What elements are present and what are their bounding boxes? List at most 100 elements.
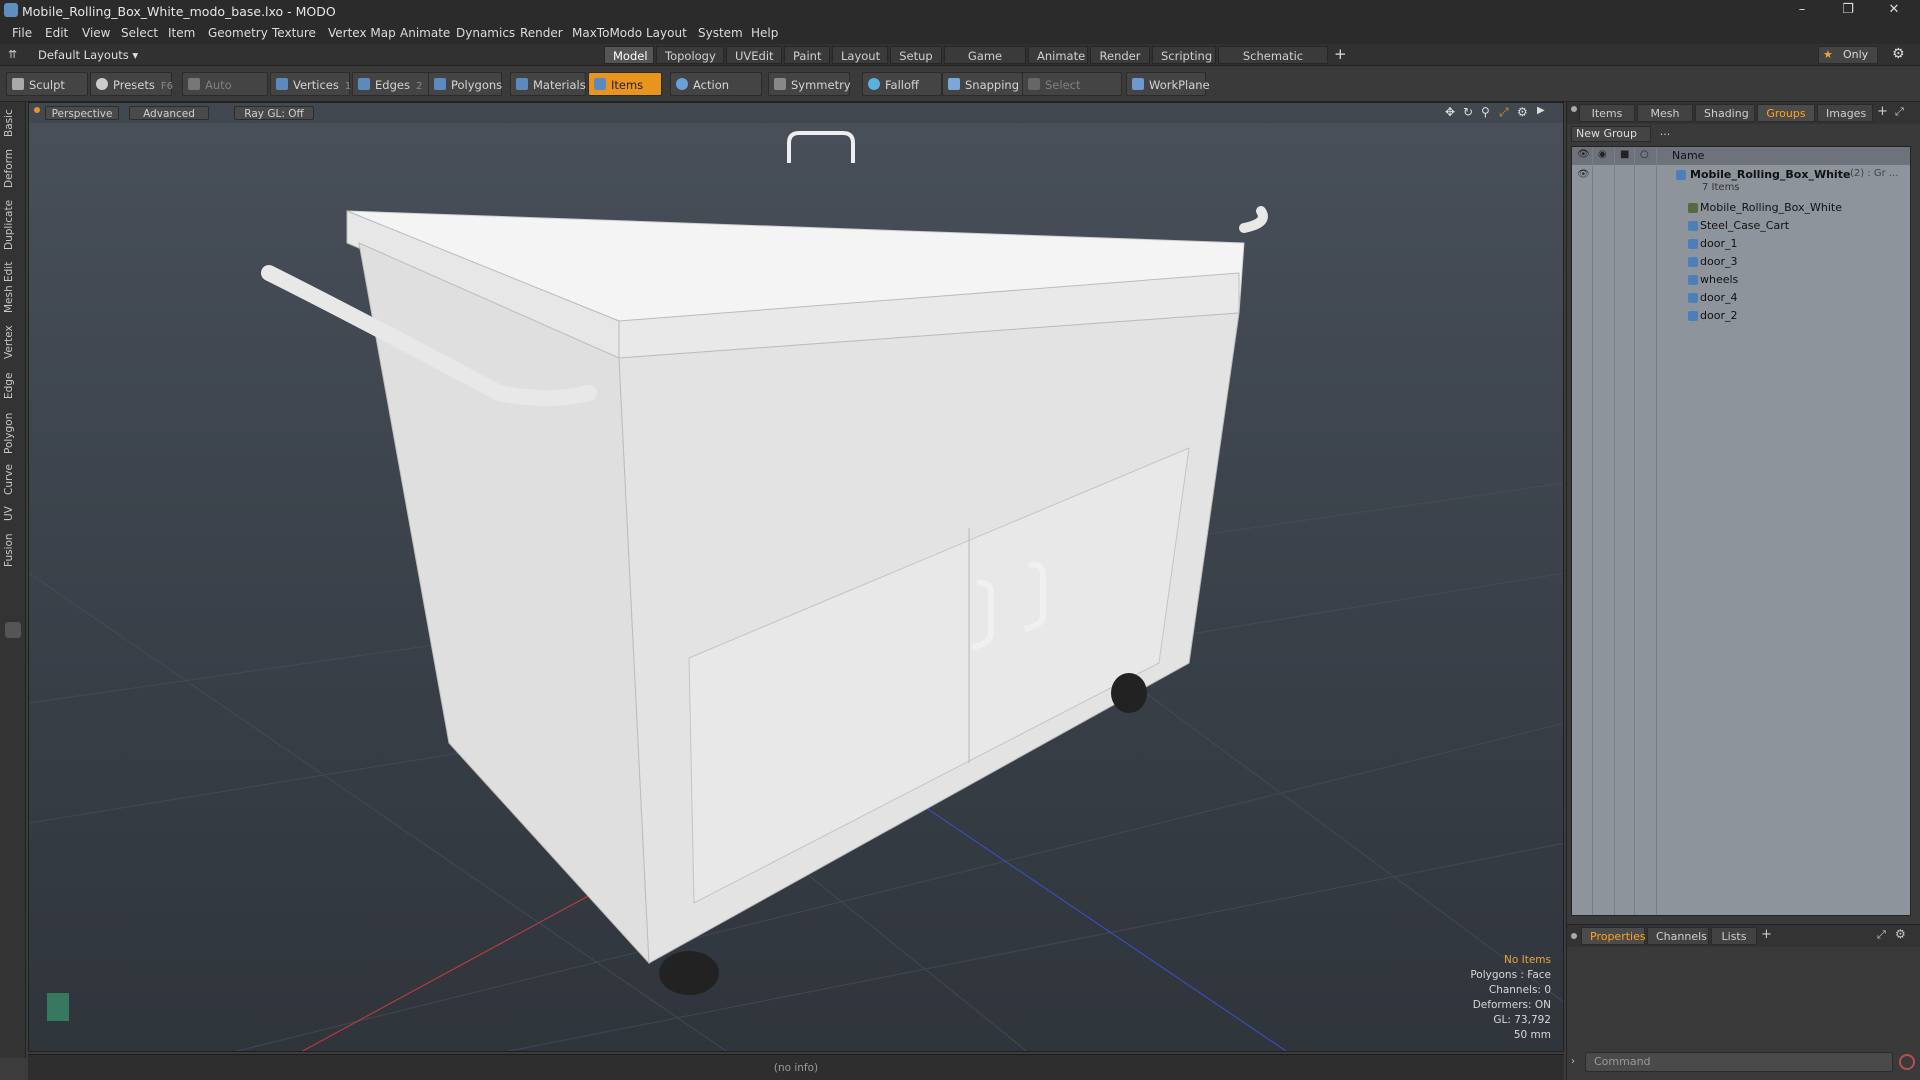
polygons-button[interactable]: Polygons <box>428 72 502 96</box>
materials-button[interactable]: Materials <box>510 72 586 96</box>
group-child-row[interactable]: wheels <box>1572 271 1910 289</box>
tab-shading[interactable]: Shading <box>1695 104 1755 122</box>
new-group-button[interactable]: New Group <box>1571 126 1651 142</box>
tab-vertex[interactable]: Vertex <box>3 320 23 364</box>
tab-mesh-edit[interactable]: Mesh Edit <box>3 258 23 316</box>
lock-column-icon[interactable]: ■ <box>1620 149 1629 160</box>
menu-layout[interactable]: Layout <box>646 26 687 40</box>
command-input[interactable]: Command <box>1585 1052 1893 1072</box>
visibility-column-icon[interactable]: 👁 <box>1577 149 1590 160</box>
tab-animate[interactable]: Animate <box>1028 46 1088 64</box>
pan-icon[interactable]: ✥ <box>1445 105 1455 119</box>
group-child-row[interactable]: Mobile_Rolling_Box_White <box>1572 199 1910 217</box>
3d-viewport[interactable]: Perspective Advanced Ray GL: Off ✥ ↻ ⚲ ⤢… <box>28 102 1564 1052</box>
menu-select[interactable]: Select <box>121 26 158 40</box>
snapping-button[interactable]: Snapping <box>942 72 1028 96</box>
menu-file[interactable]: File <box>12 26 32 40</box>
viewport-expand-icon[interactable]: ▶ <box>1537 105 1545 116</box>
menu-view[interactable]: View <box>82 26 110 40</box>
menu-edit[interactable]: Edit <box>45 26 68 40</box>
tab-game-tools[interactable]: Game Tools <box>944 46 1026 81</box>
menu-render[interactable]: Render <box>520 26 563 40</box>
tab-topology[interactable]: Topology <box>656 46 724 64</box>
sculpt-button[interactable]: Sculpt <box>6 72 88 96</box>
visibility-toggle-icon[interactable]: 👁 <box>1577 169 1590 180</box>
raygl-button[interactable]: Ray GL: Off <box>234 106 314 120</box>
properties-menu-icon[interactable] <box>1571 933 1577 939</box>
viewport-menu-icon[interactable] <box>34 107 40 113</box>
properties-settings-icon[interactable]: ⚙ <box>1895 927 1906 941</box>
tab-images[interactable]: Images <box>1817 104 1873 122</box>
collapse-icon[interactable]: ⇈ <box>8 48 17 61</box>
tab-setup[interactable]: Setup <box>890 46 942 64</box>
close-icon[interactable]: ✕ <box>1872 0 1916 22</box>
tab-uvedit[interactable]: UVEdit <box>726 46 782 64</box>
group-child-row[interactable]: Steel_Case_Cart <box>1572 217 1910 235</box>
tab-properties[interactable]: Properties <box>1581 927 1646 945</box>
menu-texture[interactable]: Texture <box>272 26 316 40</box>
vertices-button[interactable]: Vertices 1 <box>270 72 351 96</box>
panel-menu-icon[interactable] <box>1571 106 1577 112</box>
group-child-row[interactable]: door_2 <box>1572 307 1910 325</box>
restore-icon[interactable]: ❐ <box>1826 0 1870 22</box>
edges-button[interactable]: Edges 2 <box>352 72 432 96</box>
view-mode-button[interactable]: Perspective <box>45 106 119 120</box>
workplane-button[interactable]: WorkPlane <box>1126 72 1210 96</box>
only-toggle[interactable]: ★ Only <box>1818 46 1878 64</box>
tab-edge[interactable]: Edge <box>3 368 23 404</box>
menu-animate[interactable]: Animate <box>400 26 450 40</box>
tab-paint[interactable]: Paint <box>784 46 830 64</box>
tab-mesh[interactable]: Mesh ... <box>1637 104 1693 138</box>
add-tab-icon[interactable]: + <box>1334 45 1347 63</box>
auto-select-button[interactable]: Auto Select <box>182 72 268 116</box>
tab-deform[interactable]: Deform <box>3 146 23 190</box>
tab-channels[interactable]: Channels <box>1647 927 1709 945</box>
menu-geometry[interactable]: Geometry <box>208 26 268 40</box>
select-column-icon[interactable]: ○ <box>1640 149 1649 160</box>
tab-lists[interactable]: Lists <box>1711 927 1757 945</box>
items-button[interactable]: Items <box>588 72 662 96</box>
tab-items[interactable]: Items <box>1579 104 1635 122</box>
render-column-icon[interactable]: ◉ <box>1598 149 1607 160</box>
tab-model[interactable]: Model <box>604 46 654 64</box>
symmetry-button[interactable]: Symmetry <box>768 72 851 96</box>
fit-icon[interactable]: ⤢ <box>1499 105 1509 120</box>
viewport-settings-icon[interactable]: ⚙ <box>1517 105 1528 119</box>
tab-scripting[interactable]: Scripting <box>1152 46 1216 64</box>
tab-polygon[interactable]: Polygon <box>3 408 23 458</box>
rotate-icon[interactable]: ↻ <box>1463 105 1473 119</box>
cart-model[interactable] <box>261 131 1268 995</box>
tab-duplicate[interactable]: Duplicate <box>3 196 23 254</box>
group-child-row[interactable]: door_4 <box>1572 289 1910 307</box>
group-root-row[interactable]: 👁 Mobile_Rolling_Box_White (2) : Gr ... … <box>1572 167 1910 197</box>
menu-item[interactable]: Item <box>168 26 195 40</box>
group-child-row[interactable]: door_3 <box>1572 253 1910 271</box>
action-center-button[interactable]: Action Center <box>670 72 762 116</box>
tab-schematic-fusion[interactable]: Schematic Fusion <box>1218 46 1328 81</box>
zoom-icon[interactable]: ⚲ <box>1481 105 1490 119</box>
gear-icon[interactable]: ⚙ <box>1892 46 1905 62</box>
tab-curve[interactable]: Curve <box>3 460 23 500</box>
menu-help[interactable]: Help <box>751 26 778 40</box>
select-through-button[interactable]: Select Through <box>1022 72 1122 116</box>
menu-dynamics[interactable]: Dynamics <box>456 26 515 40</box>
shading-mode-button[interactable]: Advanced <box>129 106 209 120</box>
name-column-header[interactable]: Name <box>1672 149 1704 162</box>
panel-toggle-icon[interactable] <box>5 622 21 638</box>
menu-vertex-map[interactable]: Vertex Map <box>328 26 396 40</box>
add-properties-tab-icon[interactable]: + <box>1761 927 1772 942</box>
group-child-row[interactable]: door_1 <box>1572 235 1910 253</box>
falloff-button[interactable]: Falloff <box>862 72 942 96</box>
menu-system[interactable]: System <box>698 26 743 40</box>
layout-selector[interactable]: Default Layouts ▾ <box>38 48 138 62</box>
tab-uv[interactable]: UV <box>3 502 23 526</box>
tab-basic[interactable]: Basic <box>3 106 23 140</box>
minimize-icon[interactable]: – <box>1780 0 1824 22</box>
properties-expand-icon[interactable]: ⤢ <box>1877 928 1886 942</box>
command-record-icon[interactable] <box>1899 1054 1915 1070</box>
menu-maxtomodo[interactable]: MaxToModo <box>572 26 642 40</box>
tab-layout[interactable]: Layout <box>832 46 888 64</box>
tab-fusion[interactable]: Fusion <box>3 530 23 570</box>
panel-expand-icon[interactable]: ⤢ <box>1895 105 1904 119</box>
tab-groups[interactable]: Groups <box>1757 104 1815 122</box>
